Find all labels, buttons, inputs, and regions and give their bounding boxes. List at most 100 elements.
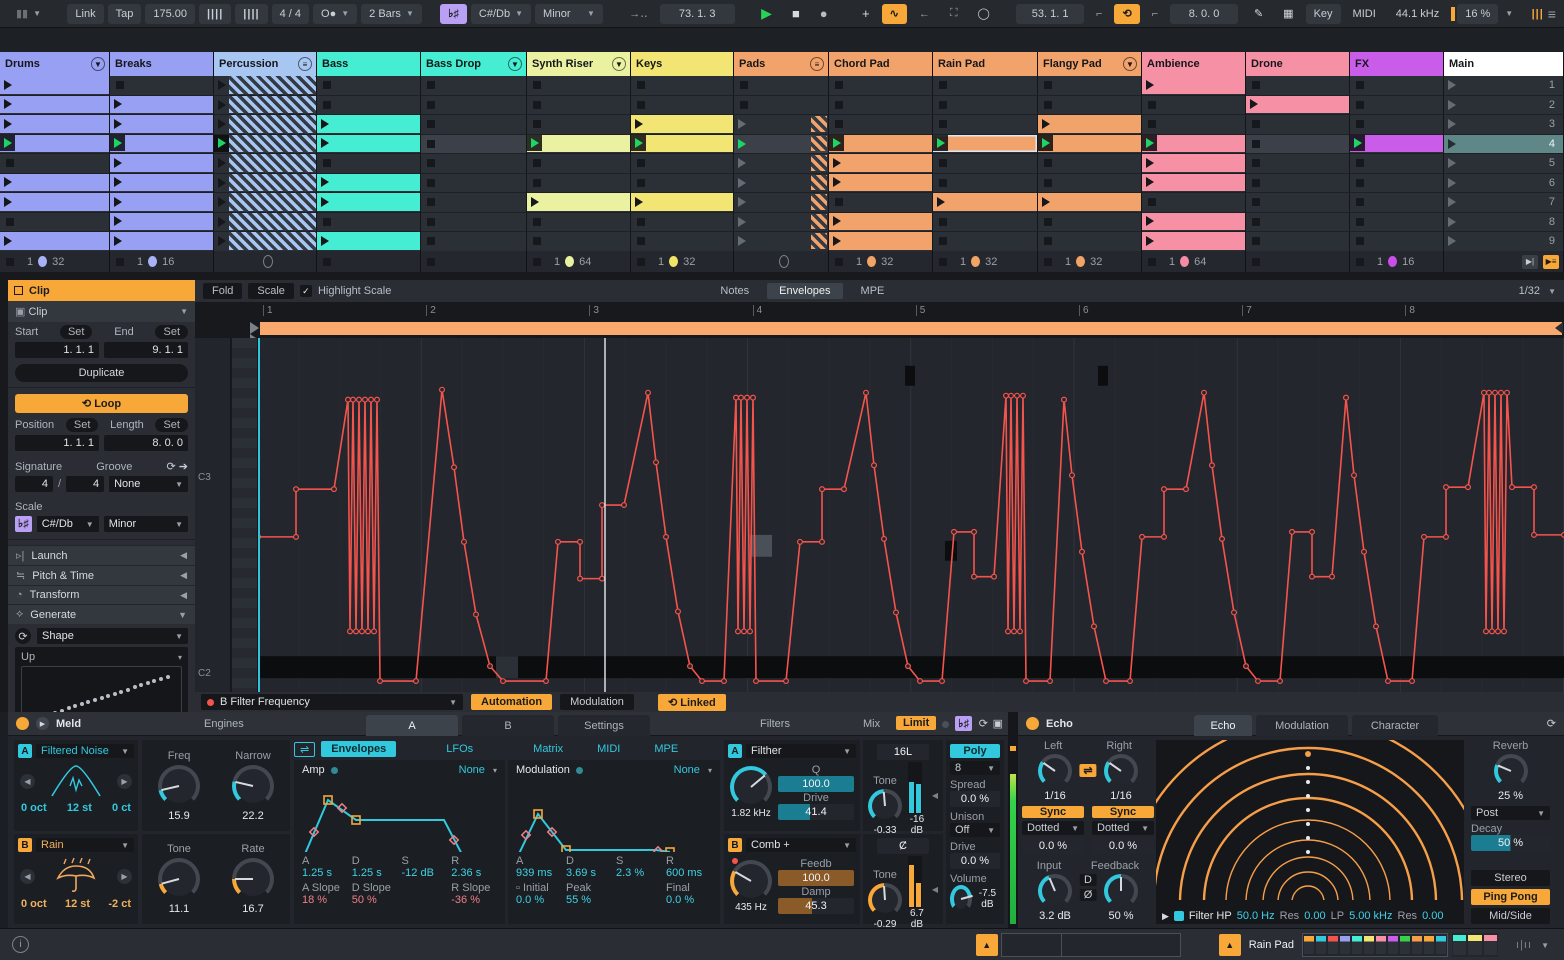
mix-b-gain-arrow-icon[interactable]: ◀ (932, 885, 938, 894)
track-header-keys[interactable]: Keys (631, 52, 734, 76)
feedback-knob[interactable] (1104, 874, 1138, 908)
scene-slot[interactable]: 4 (1444, 134, 1564, 154)
filter-b-damp-field[interactable]: 45.3 (778, 898, 854, 914)
decay-field[interactable]: 50 % (1471, 835, 1551, 851)
clip-slot[interactable] (214, 212, 317, 232)
input-gain-knob[interactable] (1038, 874, 1072, 908)
draw-mode-icon[interactable]: ✎ (1246, 4, 1271, 24)
clip-slot[interactable] (110, 212, 214, 232)
clip-slot[interactable] (1350, 115, 1444, 135)
param-value[interactable]: -12 dB (402, 867, 448, 879)
voices-select[interactable]: 8 ▼ (950, 761, 1000, 775)
loop-length-field[interactable]: 8. 0. 0 (1170, 3, 1238, 24)
stop-all-clips-slot[interactable]: 1 64 (527, 251, 631, 272)
capture-midi-icon[interactable]: ◯ (970, 4, 998, 24)
left-sync-mode-select[interactable]: Dotted ▼ (1022, 821, 1084, 835)
clip-slot[interactable] (1350, 212, 1444, 232)
follow-button[interactable]: →‥ (621, 4, 655, 24)
clip-slot[interactable] (829, 115, 933, 135)
link-envelopes-icon[interactable]: ⇌ (294, 741, 316, 757)
stop-all-clips-slot[interactable] (734, 251, 829, 272)
clip-slot[interactable] (317, 115, 421, 135)
filter-res2-value[interactable]: 0.00 (1422, 910, 1443, 922)
engine-a-semitone-field[interactable]: 12 st (67, 802, 92, 814)
clip-slot[interactable] (110, 134, 214, 154)
reverb-value[interactable]: 25 % (1468, 790, 1553, 802)
clip-slot[interactable] (829, 76, 933, 96)
clip-slot[interactable] (214, 134, 317, 154)
clip-slot[interactable] (1350, 154, 1444, 174)
clip-slot[interactable] (527, 134, 631, 154)
section-transform[interactable]: ◔ Transform ◀ (8, 585, 195, 604)
clip-slot[interactable] (0, 232, 110, 252)
signature-denominator-field[interactable]: 4 (66, 476, 105, 492)
left-sync-toggle[interactable]: Sync (1022, 806, 1084, 818)
groove-commit-icon[interactable]: ➔ (179, 461, 188, 473)
clip-panel-tab[interactable]: Clip (8, 280, 195, 301)
param-value[interactable]: 2.36 s (451, 867, 497, 879)
amp-envelope-display[interactable] (294, 780, 505, 869)
set-start-button[interactable]: Set (59, 325, 93, 339)
clip-slot[interactable] (631, 232, 734, 252)
clip-slot[interactable] (0, 115, 110, 135)
clip-slot[interactable] (829, 212, 933, 232)
link-button[interactable]: Link (67, 3, 104, 24)
mod-env-mode-select[interactable]: None ▾ (674, 764, 712, 776)
group-menu-icon[interactable]: ≡ (298, 57, 312, 71)
fold-chevron-icon[interactable]: ▼ (1123, 57, 1137, 71)
show-parent-device-button[interactable]: ▲ (975, 933, 998, 956)
clip-slot[interactable] (631, 95, 734, 115)
mode-stereo-button[interactable]: Stereo (1471, 870, 1551, 886)
clip-slot[interactable] (1038, 76, 1142, 96)
clip-slot[interactable] (933, 212, 1038, 232)
track-header-breaks[interactable]: Breaks (110, 52, 214, 76)
clip-slot[interactable] (1246, 76, 1350, 96)
engine-b-select[interactable]: Rain ▼ (36, 838, 134, 852)
clip-slot[interactable] (1246, 193, 1350, 213)
filter-b-freq-value[interactable]: 435 Hz (730, 902, 772, 913)
mix-a-tone-knob[interactable] (868, 789, 902, 823)
mix-b-level-value[interactable]: 6.7 dB (908, 908, 926, 930)
clip-slot[interactable] (214, 232, 317, 252)
clip-slot[interactable] (317, 76, 421, 96)
generator-select[interactable]: Shape ▼ (37, 628, 188, 644)
narrow-value[interactable]: 22.2 (232, 810, 274, 822)
clip-slot[interactable] (317, 212, 421, 232)
right-delay-value[interactable]: 1/16 (1104, 790, 1138, 802)
clip-slot[interactable] (214, 193, 317, 213)
mix-a-meter[interactable] (908, 762, 922, 814)
clip-slot[interactable] (933, 173, 1038, 193)
param-value[interactable]: 1.25 s (352, 867, 398, 879)
clip-slot[interactable] (421, 95, 527, 115)
back-to-arrangement-icon[interactable]: ← (911, 4, 938, 24)
groove-select[interactable]: None ▼ (109, 476, 188, 492)
time-signature-field[interactable]: 4 / 4 (271, 3, 310, 24)
scene-slot[interactable]: 8 (1444, 212, 1564, 232)
narrow-knob[interactable] (232, 764, 274, 807)
meld-title-bar[interactable]: ▶ Meld Engines A B Settings Filters Mix … (8, 712, 1008, 736)
new-midi-clip-icon[interactable]: + (854, 4, 878, 24)
clip-slot[interactable] (0, 212, 110, 232)
arrangement-position-field[interactable]: 73. 1. 3 (659, 3, 735, 24)
device-drag-rail[interactable] (0, 712, 8, 928)
tab-notes[interactable]: Notes (708, 283, 761, 299)
tap-tempo-button[interactable]: Tap (107, 3, 142, 24)
clip-slot[interactable] (110, 115, 214, 135)
param-value[interactable] (402, 894, 448, 906)
tone-value[interactable]: 11.1 (158, 903, 200, 915)
clip-slot[interactable] (631, 173, 734, 193)
clip-slot[interactable] (734, 193, 829, 213)
engine-a-next-icon[interactable]: ▶ (117, 773, 132, 789)
main-stop-controls[interactable]: ▶| ▶≡ (1444, 251, 1564, 272)
subtab-matrix[interactable]: Matrix (523, 741, 573, 757)
linked-toggle[interactable]: ⟲ Linked (657, 693, 726, 711)
clip-slot[interactable] (1142, 95, 1246, 115)
clip-slot[interactable] (631, 212, 734, 232)
cpu-meter[interactable]: 16 % ▼ (1451, 3, 1513, 24)
stop-all-clips-slot[interactable]: 1 16 (1350, 251, 1444, 272)
clip-slot[interactable] (734, 134, 829, 154)
track-header-drone[interactable]: Drone (1246, 52, 1350, 76)
generator-refresh-icon[interactable]: ⟳ (15, 628, 31, 644)
tab-a[interactable]: A (366, 715, 458, 736)
window-tabs-icon[interactable]: ▮▮ ▼ (8, 4, 49, 24)
